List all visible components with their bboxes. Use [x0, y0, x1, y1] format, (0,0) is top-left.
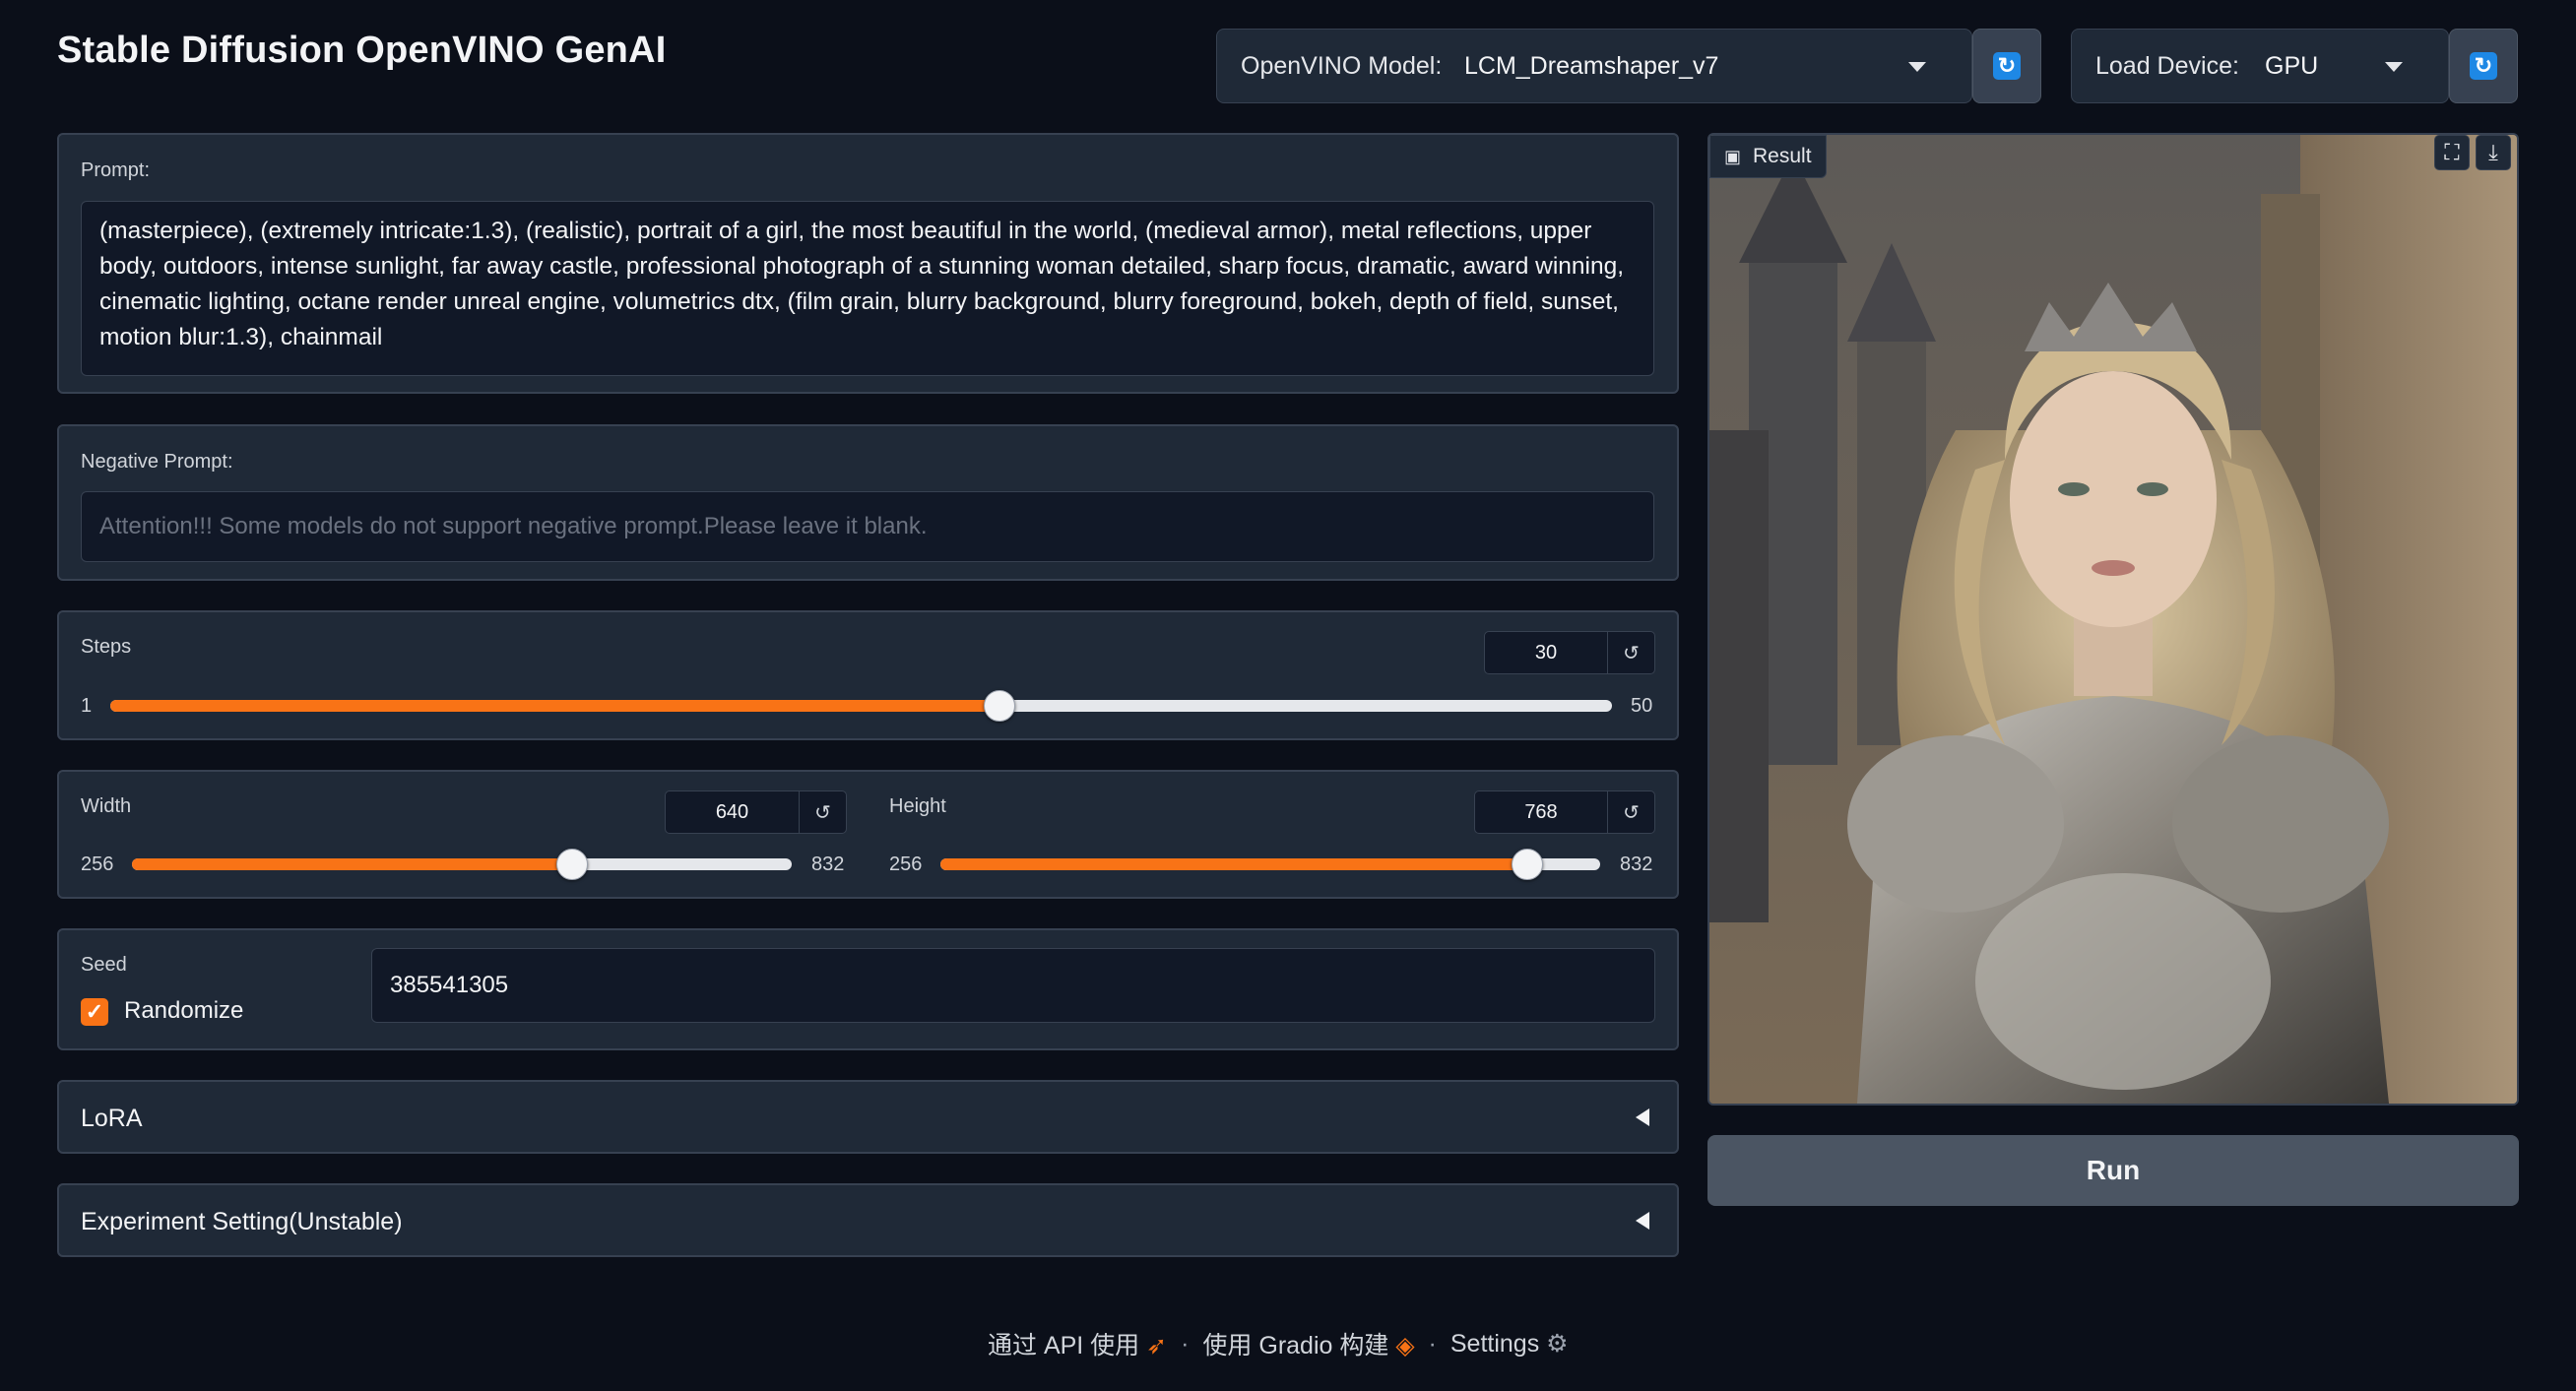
width-slider-thumb[interactable] [555, 849, 588, 880]
rocket-icon: ➶ [1146, 1332, 1168, 1359]
device-label: Load Device: [2095, 52, 2239, 80]
result-image-panel: ▣ Result ⛶ ⤓ [1707, 133, 2519, 1106]
footer-gradio-text: 使用 Gradio 构建 [1202, 1332, 1389, 1359]
collapse-arrow-icon [1636, 1212, 1649, 1230]
width-value: 640 [715, 800, 749, 823]
steps-value: 30 [1534, 641, 1558, 664]
experiment-accordion[interactable]: Experiment Setting(Unstable) [57, 1183, 1679, 1257]
experiment-accordion-label: Experiment Setting(Unstable) [81, 1208, 403, 1235]
size-panel: Width 640 ↺ 256 832 Height 768 ↺ 256 832 [57, 770, 1679, 899]
footer-api-link[interactable]: 通过 API 使用 ➶ [988, 1326, 1167, 1361]
seed-input[interactable]: 385541305 [371, 948, 1655, 1023]
negative-prompt-panel: Negative Prompt: Attention!!! Some model… [57, 424, 1679, 581]
model-label: OpenVINO Model: [1241, 52, 1443, 80]
steps-slider-fill [110, 700, 999, 712]
footer-api-text: 通过 API 使用 [988, 1332, 1140, 1359]
steps-min: 1 [81, 695, 93, 717]
height-label: Height [889, 795, 946, 817]
image-icon: ▣ [1724, 146, 1742, 166]
height-max: 832 [1620, 854, 1653, 875]
chevron-down-icon [1908, 62, 1926, 72]
footer-settings-link[interactable]: Settings ⚙ [1450, 1329, 1569, 1359]
footer-gradio-link[interactable]: 使用 Gradio 构建 ◈ [1202, 1326, 1414, 1361]
width-min: 256 [81, 854, 114, 875]
seed-panel: Seed ✓ Randomize 385541305 [57, 928, 1679, 1050]
width-label: Width [81, 795, 132, 817]
refresh-device-button[interactable]: ↻ [2449, 29, 2518, 103]
fullscreen-button[interactable]: ⛶ [2434, 135, 2470, 170]
refresh-icon: ↻ [2470, 52, 2497, 80]
device-dropdown[interactable]: Load Device: GPU [2071, 29, 2449, 103]
model-dropdown[interactable]: OpenVINO Model: LCM_Dreamshaper_v7 [1216, 29, 1972, 103]
run-button[interactable]: Run [1707, 1135, 2519, 1206]
download-icon: ⤓ [2488, 140, 2498, 164]
result-label-badge: ▣ Result [1709, 135, 1827, 178]
reset-icon[interactable]: ↺ [1607, 791, 1654, 833]
footer: 通过 API 使用 ➶ · 使用 Gradio 构建 ◈ · Settings … [988, 1326, 1569, 1361]
lora-accordion[interactable]: LoRA [57, 1080, 1679, 1154]
lora-accordion-label: LoRA [81, 1105, 143, 1132]
prompt-panel: Prompt: (masterpiece), (extremely intric… [57, 133, 1679, 394]
collapse-arrow-icon [1636, 1108, 1649, 1126]
page-title: Stable Diffusion OpenVINO GenAI [57, 30, 667, 71]
seed-value: 385541305 [390, 972, 509, 998]
prompt-label: Prompt: [81, 159, 151, 181]
width-max: 832 [811, 854, 845, 875]
randomize-label: Randomize [124, 997, 244, 1024]
height-value: 768 [1524, 800, 1558, 823]
height-min: 256 [889, 854, 923, 875]
reset-icon[interactable]: ↺ [799, 791, 846, 833]
height-slider-thumb[interactable] [1511, 849, 1543, 880]
width-number-input[interactable]: 640 ↺ [665, 790, 847, 834]
negative-prompt-placeholder: Attention!!! Some models do not support … [99, 513, 928, 539]
seed-label: Seed [81, 954, 127, 976]
prompt-textarea[interactable]: (masterpiece), (extremely intricate:1.3)… [81, 201, 1654, 376]
separator: · [1428, 1329, 1437, 1358]
download-button[interactable]: ⤓ [2476, 135, 2511, 170]
device-value: GPU [2265, 52, 2319, 80]
randomize-checkbox[interactable]: ✓ [81, 998, 108, 1026]
steps-number-input[interactable]: 30 ↺ [1484, 631, 1655, 674]
steps-label: Steps [81, 636, 132, 658]
steps-slider[interactable] [110, 690, 1612, 722]
steps-max: 50 [1631, 695, 1653, 717]
result-label: Result [1753, 145, 1812, 167]
steps-slider-thumb[interactable] [983, 690, 1015, 722]
chevron-down-icon [2385, 62, 2403, 72]
height-slider[interactable] [940, 849, 1600, 880]
gradio-logo-icon: ◈ [1395, 1332, 1415, 1359]
width-slider-fill [132, 858, 572, 870]
result-image [1709, 135, 2517, 1104]
gear-icon: ⚙ [1546, 1330, 1569, 1358]
refresh-icon: ↻ [1993, 52, 2021, 80]
reset-icon[interactable]: ↺ [1607, 632, 1654, 673]
fullscreen-icon: ⛶ [2444, 140, 2460, 164]
height-slider-fill [940, 858, 1527, 870]
prompt-text: (masterpiece), (extremely intricate:1.3)… [99, 218, 1625, 350]
separator: · [1181, 1329, 1190, 1358]
footer-settings-text: Settings [1449, 1330, 1540, 1358]
refresh-model-button[interactable]: ↻ [1972, 29, 2041, 103]
steps-panel: Steps 30 ↺ 1 50 [57, 610, 1679, 740]
negative-prompt-label: Negative Prompt: [81, 451, 233, 473]
negative-prompt-input[interactable]: Attention!!! Some models do not support … [81, 491, 1654, 562]
width-slider[interactable] [132, 849, 792, 880]
model-value: LCM_Dreamshaper_v7 [1464, 52, 1719, 80]
height-number-input[interactable]: 768 ↺ [1474, 790, 1655, 834]
